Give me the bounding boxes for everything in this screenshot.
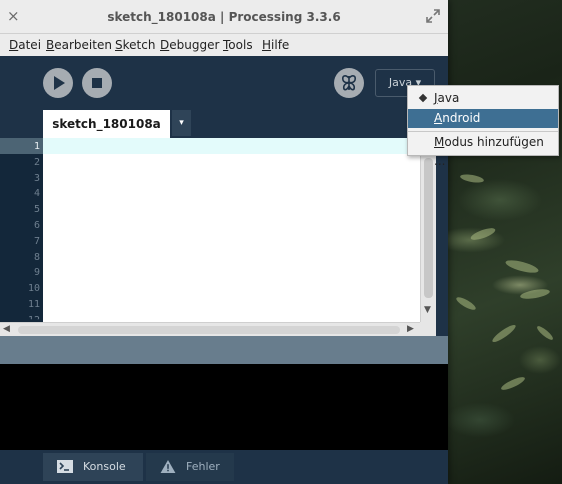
tab-menu-button[interactable]: ▾ bbox=[172, 110, 191, 136]
tab-row: sketch_180108a ▾ bbox=[0, 110, 448, 138]
konsole-label: Konsole bbox=[83, 460, 126, 473]
console-output[interactable] bbox=[0, 364, 448, 450]
warning-icon bbox=[160, 460, 176, 473]
butterfly-icon bbox=[342, 75, 356, 91]
debug-button[interactable] bbox=[334, 68, 364, 98]
scroll-left-arrow-icon[interactable]: ◀ bbox=[3, 324, 10, 334]
stop-icon bbox=[92, 78, 102, 88]
menu-sketch[interactable]: Sketch bbox=[115, 38, 155, 52]
tab-konsole[interactable]: Konsole bbox=[43, 453, 143, 481]
line-number: 2 bbox=[33, 156, 40, 168]
horizontal-scrollbar[interactable]: ◀ ▶ bbox=[0, 322, 420, 336]
play-icon bbox=[54, 76, 65, 90]
fehler-label: Fehler bbox=[186, 460, 220, 473]
line-number: 4 bbox=[33, 188, 40, 200]
terminal-icon bbox=[57, 460, 73, 473]
line-number: 8 bbox=[33, 251, 40, 263]
line-number: 10 bbox=[27, 283, 40, 295]
mode-dropdown-menu: Java Android Modus hinzufügen ... bbox=[407, 85, 559, 168]
line-number: 6 bbox=[33, 220, 40, 231]
current-line-highlight bbox=[43, 138, 420, 154]
selected-bullet-icon bbox=[418, 93, 428, 103]
tab-sketch[interactable]: sketch_180108a bbox=[43, 110, 170, 138]
code-editor[interactable] bbox=[43, 138, 420, 322]
menu-tools[interactable]: Tools bbox=[223, 38, 253, 52]
menu-item-android[interactable]: Android bbox=[408, 109, 558, 128]
line-number: 9 bbox=[33, 267, 40, 279]
menu-hilfe[interactable]: Hilfe bbox=[262, 38, 289, 52]
menu-bearbeiten[interactable]: Bearbeiten bbox=[46, 38, 112, 52]
menu-item-add-mode[interactable]: Modus hinzufügen ... bbox=[408, 133, 558, 168]
tab-fehler[interactable]: Fehler bbox=[146, 453, 234, 481]
line-number: 3 bbox=[33, 172, 40, 184]
scroll-down-arrow-icon[interactable]: ▼ bbox=[424, 305, 431, 315]
stop-button[interactable] bbox=[82, 68, 112, 98]
toolbar: Java ▾ bbox=[0, 56, 448, 110]
menu-separator bbox=[408, 131, 558, 132]
maximize-icon[interactable] bbox=[426, 9, 440, 23]
menu-datei[interactable]: Datei bbox=[9, 38, 41, 52]
window-title: sketch_180108a | Processing 3.3.6 bbox=[107, 10, 341, 24]
title-bar: × sketch_180108a | Processing 3.3.6 bbox=[0, 0, 448, 34]
vertical-scroll-thumb[interactable] bbox=[424, 158, 433, 298]
line-number: 1 bbox=[33, 141, 40, 152]
scrollbar-corner bbox=[420, 322, 436, 336]
menu-bar: Datei Bearbeiten Sketch Debugger Tools H… bbox=[0, 34, 448, 56]
line-number: 11 bbox=[27, 299, 40, 310]
run-button[interactable] bbox=[43, 68, 73, 98]
scroll-right-arrow-icon[interactable]: ▶ bbox=[407, 324, 414, 334]
bottom-bar: Konsole Fehler bbox=[0, 450, 448, 484]
processing-window: × sketch_180108a | Processing 3.3.6 Date… bbox=[0, 0, 448, 484]
line-number: 7 bbox=[33, 235, 40, 247]
menu-debugger[interactable]: Debugger bbox=[160, 38, 219, 52]
status-bar bbox=[0, 336, 448, 364]
menu-item-java[interactable]: Java bbox=[408, 89, 558, 108]
line-number: 5 bbox=[33, 204, 40, 216]
horizontal-scroll-thumb[interactable] bbox=[18, 326, 400, 334]
